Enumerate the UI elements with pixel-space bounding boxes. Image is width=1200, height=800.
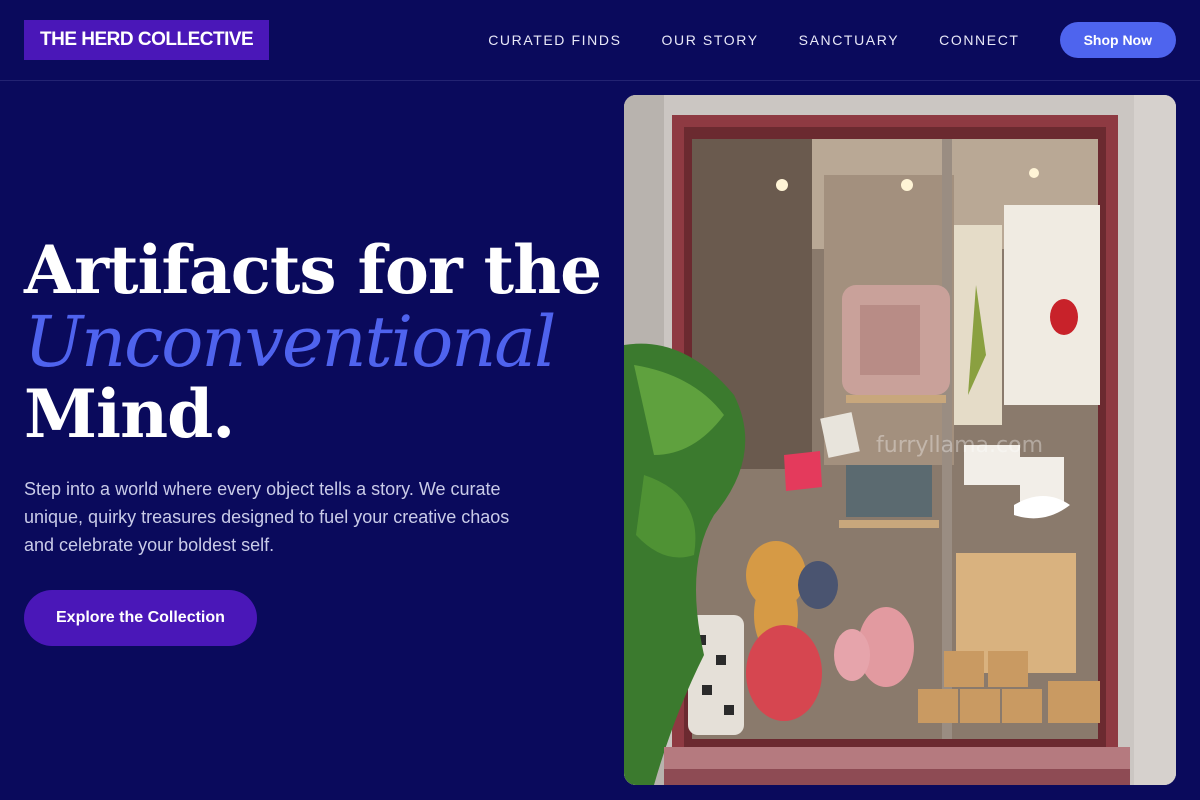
nav-link-sanctuary[interactable]: SANCTUARY: [799, 32, 900, 48]
hero-description: Step into a world where every object tel…: [24, 479, 510, 555]
hero-title-accent: Unconventional: [24, 301, 556, 383]
shop-window-illustration: furryllama.com: [624, 95, 1176, 785]
nav-link-curated-finds[interactable]: CURATED FINDS: [488, 32, 621, 48]
hero-title-line1: Artifacts for the: [24, 231, 602, 309]
explore-collection-button[interactable]: Explore the Collection: [24, 590, 257, 646]
nav-link-connect[interactable]: CONNECT: [939, 32, 1019, 48]
image-watermark: furryllama.com: [876, 433, 1043, 458]
site-header: THE HERD COLLECTIVE CURATED FINDS OUR ST…: [0, 0, 1200, 81]
brand-logo[interactable]: THE HERD COLLECTIVE: [24, 20, 270, 60]
shop-now-button[interactable]: Shop Now: [1059, 22, 1176, 58]
hero-shop-window-image: furryllama.com: [624, 95, 1176, 785]
main-nav: CURATED FINDS OUR STORY SANCTUARY CONNEC…: [488, 22, 1176, 58]
nav-link-our-story[interactable]: OUR STORY: [662, 32, 759, 48]
hero-title: Artifacts for the Unconventional Mind.: [24, 234, 604, 450]
hero-title-line3: Mind.: [24, 375, 235, 453]
